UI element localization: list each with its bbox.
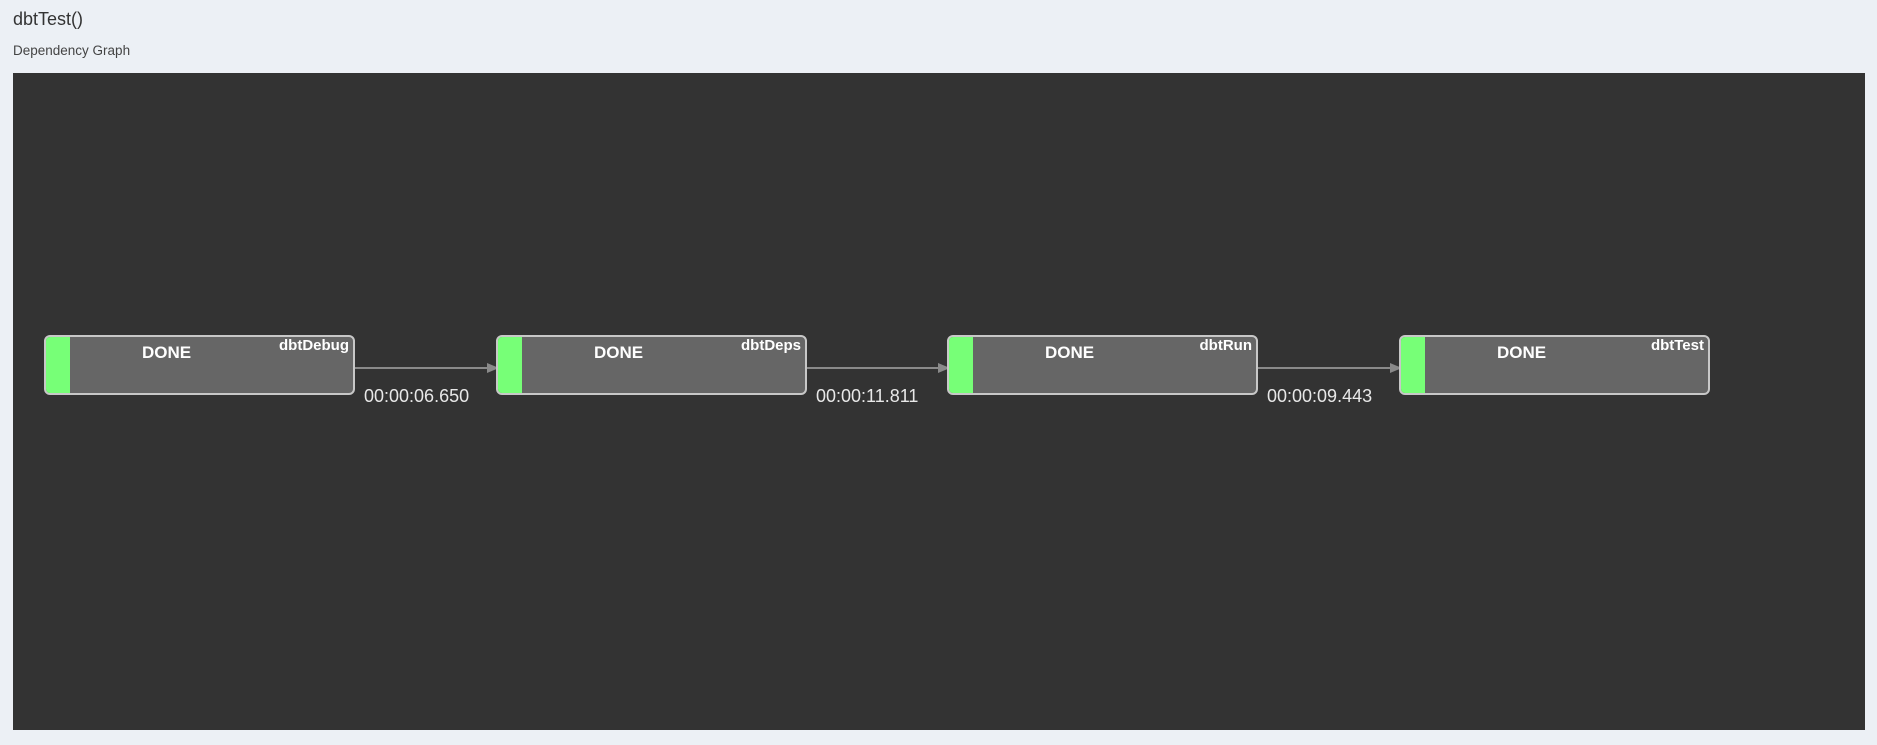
node-dbttest[interactable]: DONE dbtTest <box>1399 335 1710 395</box>
node-dbtdeps[interactable]: DONE dbtDeps <box>496 335 807 395</box>
edge-duration-label: 00:00:09.443 <box>1267 386 1373 406</box>
status-indicator <box>46 337 70 393</box>
node-name-label: dbtDeps <box>741 337 801 354</box>
node-dbtdebug[interactable]: DONE dbtDebug <box>44 335 355 395</box>
node-name-label: dbtRun <box>1199 337 1252 354</box>
edge-duration-label: 00:00:11.811 <box>816 386 919 406</box>
node-dbtrun[interactable]: DONE dbtRun <box>947 335 1258 395</box>
page-title: dbtTest() <box>13 9 84 29</box>
status-indicator <box>498 337 522 393</box>
node-name-label: dbtTest <box>1650 337 1704 354</box>
section-title: Dependency Graph <box>13 43 131 58</box>
edge-duration-label: 00:00:06.650 <box>364 386 470 406</box>
node-name-label: dbtDebug <box>279 337 349 354</box>
status-indicator <box>1401 337 1425 393</box>
status-indicator <box>949 337 973 393</box>
graph-edges-layer <box>355 363 1402 373</box>
dependency-graph-canvas[interactable]: DONE dbtDebug DONE dbtDeps DONE dbtRun D… <box>13 73 1865 730</box>
